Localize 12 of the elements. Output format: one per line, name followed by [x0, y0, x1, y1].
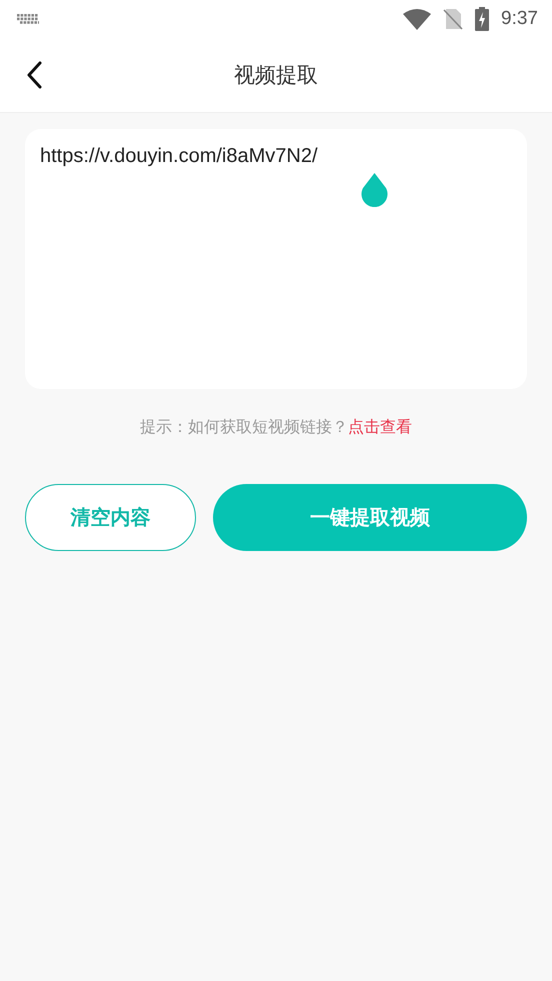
wifi-icon — [403, 8, 432, 30]
page-title: 视频提取 — [234, 62, 318, 89]
no-sim-icon — [443, 8, 464, 30]
clear-button[interactable]: 清空内容 — [25, 484, 196, 551]
extract-button[interactable]: 一键提取视频 — [213, 484, 527, 551]
link-input-field[interactable]: https://v.douyin.com/i8aMv7N2/ — [25, 129, 527, 389]
hint-text: 提示：如何获取短视频链接？点击查看 — [139, 417, 413, 438]
view-link[interactable]: 点击查看 — [348, 417, 412, 436]
battery-charging-icon — [475, 7, 490, 31]
cursor-handle[interactable] — [359, 173, 390, 209]
keyboard-icon — [17, 13, 39, 25]
status-time: 9:37 — [501, 8, 538, 30]
